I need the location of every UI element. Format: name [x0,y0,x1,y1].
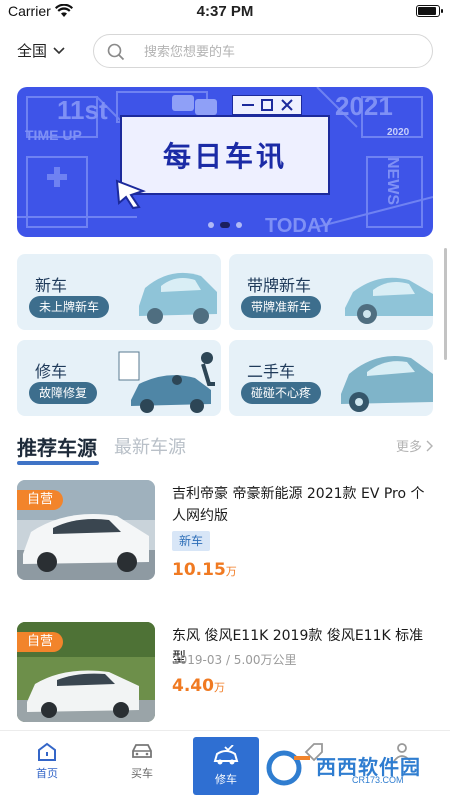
car-price: 4.40万 [172,676,225,696]
price-value: 10.15 [172,560,226,580]
carousel-dot[interactable] [208,222,214,228]
search-input[interactable] [144,41,414,63]
cursor-icon [115,179,146,209]
city-selector[interactable]: 全国 [17,40,65,61]
car-illustration-icon [139,272,217,324]
self-operated-badge: 自营 [17,632,64,652]
banner-deco-text: 2021 [335,91,393,121]
tab-recommended[interactable]: 推荐车源 [17,432,97,461]
tile-title: 二手车 [247,362,296,381]
carousel-indicator [17,222,433,228]
car-photo: 自营 [17,480,155,580]
status-bar: Carrier 4:37 PM [0,0,450,24]
nav-label: 买车 [131,767,153,780]
chevron-down-icon [53,46,65,54]
car-illustration-icon [341,356,433,412]
new-car-tag: 新车 [172,531,211,551]
car-icon [132,744,152,758]
tile-repair[interactable]: 修车 故障修复 [17,340,221,416]
window-controls-icon [232,95,302,115]
nav-home[interactable]: 首页 [15,731,79,791]
city-label: 全国 [17,42,48,60]
car-repair-icon [213,745,239,765]
battery-icon [416,5,443,17]
car-illustration-icon [345,277,433,324]
more-label: 更多 [395,440,422,455]
car-meta: 2019-03 / 5.00万公里 [172,653,297,667]
tile-tag: 未上牌新车 [29,296,110,318]
repair-illustration-icon [118,351,215,413]
search-bar[interactable] [93,34,433,68]
tile-tag: 故障修复 [29,382,98,404]
price-unit: 万 [225,565,237,578]
carousel-dot[interactable] [236,222,242,228]
carousel-dot-active[interactable] [220,222,230,228]
car-photo: 自营 [17,622,155,722]
tile-title: 修车 [35,362,68,381]
tile-tag: 碰碰不心疼 [241,382,322,404]
banner-deco-text: 11st [57,95,108,125]
tile-tag: 带牌准新车 [241,296,322,318]
tab-underline [17,461,99,465]
banner-carousel[interactable]: 11st 2021 TIME UP NEWS TODAY 2020 每日车讯 [17,87,433,237]
price-value: 4.40 [172,676,214,696]
car-price: 10.15万 [172,560,237,580]
tile-title: 带牌新车 [247,276,312,295]
home-icon [38,742,56,761]
scrollbar[interactable] [444,248,447,360]
nav-repair[interactable]: 修车 [193,737,259,795]
clock: 4:37 PM [196,3,254,20]
banner-title: 每日车讯 [162,140,287,173]
tile-licensed-new-car[interactable]: 带牌新车 带牌准新车 [229,254,433,330]
nav-label: 修车 [215,773,237,786]
tile-title: 新车 [35,276,68,295]
tile-used-car[interactable]: 二手车 碰碰不心疼 [229,340,433,416]
list-item[interactable]: 自营 东风 俊风E11K 2019款 俊风E11K 标准型 2019-03 / … [17,622,433,732]
watermark-url: CR173.COM [352,775,404,785]
price-unit: 万 [213,681,225,694]
watermark-logo-icon [266,750,310,786]
list-item[interactable]: 自营 吉利帝豪 帝豪新能源 2021款 EV Pro 个人网约版 新车 10.1… [17,480,433,590]
car-name: 吉利帝豪 帝豪新能源 2021款 EV Pro 个人网约版 [172,486,425,524]
chevron-right-icon [426,440,433,451]
listing-tabs: 推荐车源 最新车源 更多 [17,430,433,470]
more-link[interactable]: 更多 [396,436,433,455]
tab-latest[interactable]: 最新车源 [114,433,186,459]
watermark: 西西软件园 CR173.COM [264,748,434,788]
search-icon [107,43,125,65]
nav-label: 首页 [36,767,58,780]
self-operated-badge: 自营 [17,490,64,510]
tile-new-car[interactable]: 新车 未上牌新车 [17,254,221,330]
nav-buy-car[interactable]: 买车 [110,731,174,791]
